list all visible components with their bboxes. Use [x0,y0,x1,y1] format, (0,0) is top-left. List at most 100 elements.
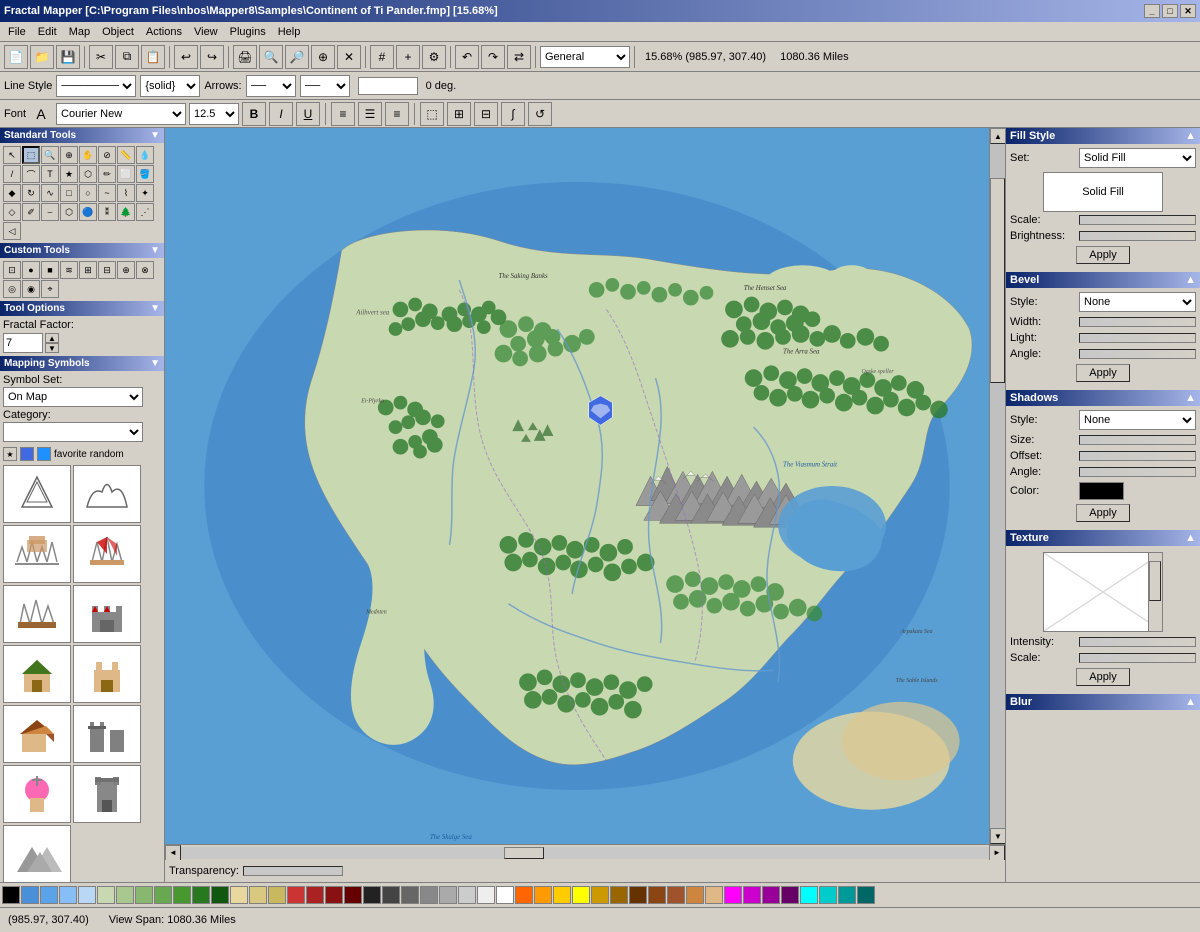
symbol-item-6[interactable] [73,585,141,643]
symbol-item-1[interactable] [3,465,71,523]
zoom-in-button[interactable]: 🔍 [259,45,283,69]
fill-style-collapse[interactable]: ▲ [1185,130,1196,142]
shadow-style-select[interactable]: None Drop Inner [1079,410,1196,430]
custom-tool4[interactable]: ≋ [60,261,78,279]
color-swatch-29[interactable] [553,886,571,904]
align-left-button[interactable]: ≡ [331,102,355,126]
shadow-size-slider[interactable] [1079,435,1196,445]
color-swatch-43[interactable] [819,886,837,904]
tree-tool[interactable]: 🌲 [117,203,135,221]
color-swatch-22[interactable] [420,886,438,904]
select-button[interactable]: ⊕ [311,45,335,69]
delete-button[interactable]: ✕ [337,45,361,69]
mapping-symbols-collapse[interactable]: ▼ [150,358,160,369]
paste-button[interactable]: 📋 [141,45,165,69]
color-swatch-13[interactable] [249,886,267,904]
maximize-button[interactable]: □ [1162,4,1178,18]
eyedrop-tool[interactable]: 💧 [136,146,154,164]
fractal-factor-input[interactable]: 7 [3,333,43,353]
color-swatch-40[interactable] [762,886,780,904]
custom-tool9[interactable]: ◎ [3,280,21,298]
texture-scale-slider[interactable] [1079,653,1196,663]
bold-button[interactable]: B [242,102,266,126]
random-tool[interactable]: ⁑ [98,203,116,221]
grid-button[interactable]: # [370,45,394,69]
select-area-tool[interactable]: ⬚ [22,146,40,164]
close-button[interactable]: ✕ [1180,4,1196,18]
text-reset-button[interactable]: ↺ [528,102,552,126]
bevel-width-slider[interactable] [1079,317,1196,327]
node-tool[interactable]: ◆ [3,184,21,202]
color-swatch-16[interactable] [306,886,324,904]
h-scroll-track[interactable] [181,847,989,859]
extra-tool1[interactable]: ◁ [3,222,21,240]
line-tool[interactable]: / [3,165,21,183]
fractal-spin-down[interactable]: ▼ [45,343,59,353]
color-swatch-36[interactable] [686,886,704,904]
hex-tool[interactable]: ⬡ [60,203,78,221]
symbol-set-select[interactable]: On Map Overland City [3,387,143,407]
bevel-style-select[interactable]: None Inner Outer [1079,292,1196,312]
curve-tool[interactable]: ⌣ [41,203,59,221]
symbol-item-7[interactable] [3,645,71,703]
shadow-angle-slider[interactable] [1079,467,1196,477]
arrow-start-select[interactable]: ── [246,75,296,97]
align-center-button[interactable]: ☰ [358,102,382,126]
copy-button[interactable]: ⧉ [115,45,139,69]
scroll-down-button[interactable]: ▼ [990,828,1005,844]
blur-collapse[interactable]: ▲ [1185,696,1196,708]
menu-object[interactable]: Object [96,24,140,40]
eraser-tool[interactable]: ⬜ [117,165,135,183]
menu-plugins[interactable]: Plugins [224,24,272,40]
new-button[interactable]: 📄 [4,45,28,69]
color-swatch-20[interactable] [382,886,400,904]
color-swatch-26[interactable] [496,886,514,904]
diamond-tool[interactable]: ◇ [3,203,21,221]
bezier-tool[interactable]: ∿ [41,184,59,202]
circle-tool[interactable]: ○ [79,184,97,202]
color-black[interactable] [2,886,20,904]
symbol-item-11[interactable] [3,765,71,823]
symbol-item-9[interactable] [3,705,71,763]
zoom-out-button[interactable]: 🔎 [285,45,309,69]
arrow-tool[interactable]: ↖ [3,146,21,164]
color-swatch-42[interactable] [800,886,818,904]
text-effect4-button[interactable]: ∫ [501,102,525,126]
arc-tool[interactable]: ⌒ [22,165,40,183]
line-type-select[interactable]: {solid} [140,75,200,97]
symbol-tool[interactable]: ★ [60,165,78,183]
polygon-tool[interactable]: ⬡ [79,165,97,183]
symbol-item-3[interactable] [3,525,71,583]
flip-button[interactable]: ⇄ [507,45,531,69]
color-swatch-31[interactable] [591,886,609,904]
custom-tool10[interactable]: ◉ [22,280,40,298]
text-tool[interactable]: T [41,165,59,183]
measure-tool[interactable]: 📏 [117,146,135,164]
color-swatch-35[interactable] [667,886,685,904]
arrow-end-select[interactable]: ── [300,75,350,97]
color-swatch-10[interactable] [192,886,210,904]
fill-set-select[interactable]: Solid Fill None Pattern [1079,148,1196,168]
freehand-tool[interactable]: ✏ [98,165,116,183]
fractal-tool[interactable]: ✦ [136,184,154,202]
standard-tools-collapse[interactable]: ▼ [150,130,160,141]
h-scroll-thumb[interactable] [504,847,544,859]
symbol-item-12[interactable] [73,765,141,823]
sym-star-icon[interactable]: ★ [3,447,17,461]
custom-tool7[interactable]: ⊕ [117,261,135,279]
scroll-up-button[interactable]: ▲ [990,128,1005,144]
color-swatch-38[interactable] [724,886,742,904]
color-swatch-5[interactable] [97,886,115,904]
fill-tool[interactable]: 🪣 [136,165,154,183]
v-scroll-track[interactable] [990,144,1005,828]
wave-tool[interactable]: ⌇ [117,184,135,202]
path-tool[interactable]: ✐ [22,203,40,221]
menu-actions[interactable]: Actions [140,24,188,40]
custom-tool8[interactable]: ⊗ [136,261,154,279]
custom-tool1[interactable]: ⊡ [3,261,21,279]
menu-file[interactable]: File [2,24,32,40]
snap-button[interactable]: + [396,45,420,69]
color-swatch-39[interactable] [743,886,761,904]
symbol-item-2[interactable] [73,465,141,523]
underline-button[interactable]: U [296,102,320,126]
